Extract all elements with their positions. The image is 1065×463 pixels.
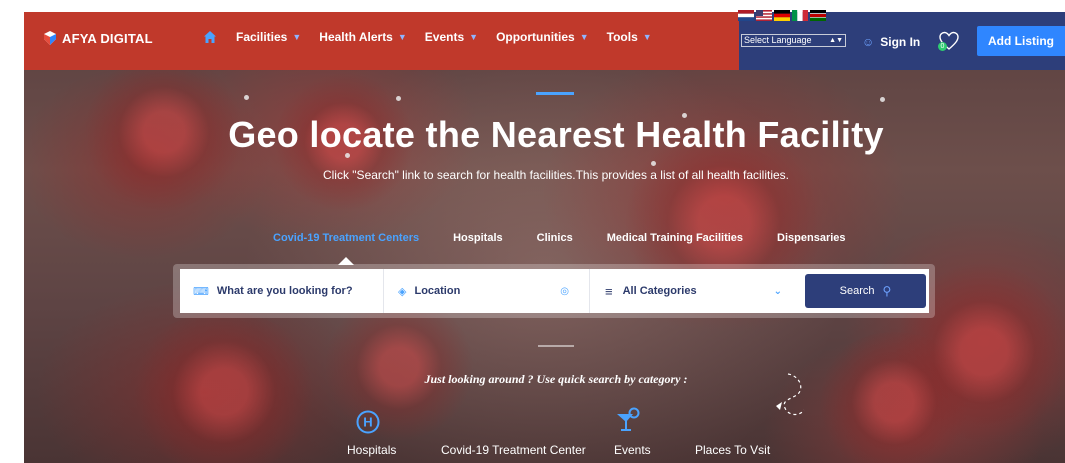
nav-item-health-alerts[interactable]: Health Alerts ▼: [319, 30, 407, 44]
add-listing-button[interactable]: Add Listing: [977, 26, 1065, 56]
quick-category-events[interactable]: Events: [614, 443, 651, 457]
sign-in-label: Sign In: [880, 35, 921, 49]
search-button[interactable]: Search ⚲: [805, 274, 926, 308]
location-placeholder: Location: [414, 285, 461, 297]
quick-search-prompt: Just looking around ? Use quick search b…: [424, 372, 688, 386]
flag-swahili-icon[interactable]: [810, 10, 826, 21]
tab-dispensaries[interactable]: Dispensaries: [777, 232, 845, 244]
nav-item-events[interactable]: Events ▼: [425, 30, 478, 44]
home-icon[interactable]: [203, 30, 217, 44]
tab-clinics[interactable]: Clinics: [537, 232, 573, 244]
user-icon: ☺: [862, 35, 875, 49]
hero-title: Geo locate the Nearest Health Facility: [228, 114, 884, 155]
caret-down-icon: ▼: [397, 32, 407, 42]
nav-item-facilities[interactable]: Facilities ▼: [236, 30, 301, 44]
logo-icon: [44, 31, 56, 45]
location-pin-icon: ◈: [398, 285, 407, 298]
caret-down-icon: ▼: [469, 32, 479, 42]
page: AFYA DIGITAL Facilities ▼ Health Alerts …: [0, 0, 1065, 463]
nav-item-label: Health Alerts: [319, 30, 393, 44]
divider-line: [538, 345, 574, 347]
nav-item-tools[interactable]: Tools ▼: [607, 30, 652, 44]
decor-dot: [244, 95, 249, 100]
keyword-search-input[interactable]: ⌨ What are you looking for?: [180, 269, 384, 313]
decor-dot: [651, 161, 656, 166]
tab-hospitals[interactable]: Hospitals: [453, 232, 503, 244]
decor-dot: [396, 96, 401, 101]
sign-in-link[interactable]: ☺ Sign In: [862, 35, 920, 49]
keyboard-icon: ⌨: [193, 285, 209, 298]
logo-text: AFYA DIGITAL: [62, 30, 153, 46]
favorites-button[interactable]: 0: [938, 30, 960, 52]
language-flags: [738, 10, 826, 21]
language-select-value: Select Language: [744, 35, 812, 45]
title-accent-line: [536, 92, 574, 95]
locate-me-icon[interactable]: ◎: [560, 286, 569, 297]
main-nav: Facilities ▼ Health Alerts ▼ Events ▼ Op…: [203, 30, 670, 44]
nav-item-label: Facilities: [236, 30, 288, 44]
keyword-placeholder: What are you looking for?: [216, 285, 353, 297]
nav-item-label: Events: [424, 30, 465, 44]
hospital-icon[interactable]: H: [356, 410, 380, 434]
dashed-path-decoration: [776, 373, 805, 416]
flag-german-icon[interactable]: [774, 10, 790, 21]
category-value: All Categories: [622, 285, 697, 297]
decor-dot: [880, 97, 885, 102]
tab-medical-training-facilities[interactable]: Medical Training Facilities: [607, 232, 743, 244]
favorites-count-badge: 0: [938, 42, 947, 51]
quick-category-hospitals[interactable]: Hospitals: [347, 443, 396, 457]
quick-category-places-to-visit[interactable]: Places To Vsit: [695, 443, 770, 457]
flag-english-icon[interactable]: [756, 10, 772, 21]
search-icon: ⚲: [882, 284, 892, 298]
nav-item-label: Opportunities: [496, 30, 575, 44]
language-select[interactable]: Select Language ▲▼: [741, 34, 846, 47]
chevron-down-icon: ⌄: [773, 285, 782, 297]
facility-tabs: Covid-19 Treatment Centers Hospitals Cli…: [273, 232, 846, 244]
nav-item-opportunities[interactable]: Opportunities ▼: [496, 30, 589, 44]
site-logo[interactable]: AFYA DIGITAL: [42, 30, 153, 46]
cocktail-icon[interactable]: [614, 406, 642, 434]
flag-italian-icon[interactable]: [792, 10, 808, 21]
nav-item-label: Tools: [606, 30, 638, 44]
caret-down-icon: ▼: [642, 32, 652, 42]
tab-covid-treatment-centers[interactable]: Covid-19 Treatment Centers: [273, 232, 419, 244]
flag-dutch-icon[interactable]: [738, 10, 754, 21]
caret-down-icon: ▼: [579, 32, 589, 42]
hero-subtitle: Click "Search" link to search for health…: [322, 168, 790, 182]
caret-down-icon: ▼: [292, 32, 302, 42]
location-input[interactable]: ◈ Location ◎: [384, 269, 590, 313]
quick-category-covid-treatment-center[interactable]: Covid-19 Treatment Center: [441, 443, 586, 457]
category-select[interactable]: ≡ All Categories ⌄: [590, 269, 802, 313]
virus-image: [124, 312, 324, 463]
virus-image: [814, 332, 974, 463]
svg-text:H: H: [363, 415, 372, 430]
search-button-label: Search: [839, 285, 875, 297]
select-arrows-icon: ▲▼: [829, 37, 843, 44]
list-icon: ≡: [605, 283, 613, 299]
